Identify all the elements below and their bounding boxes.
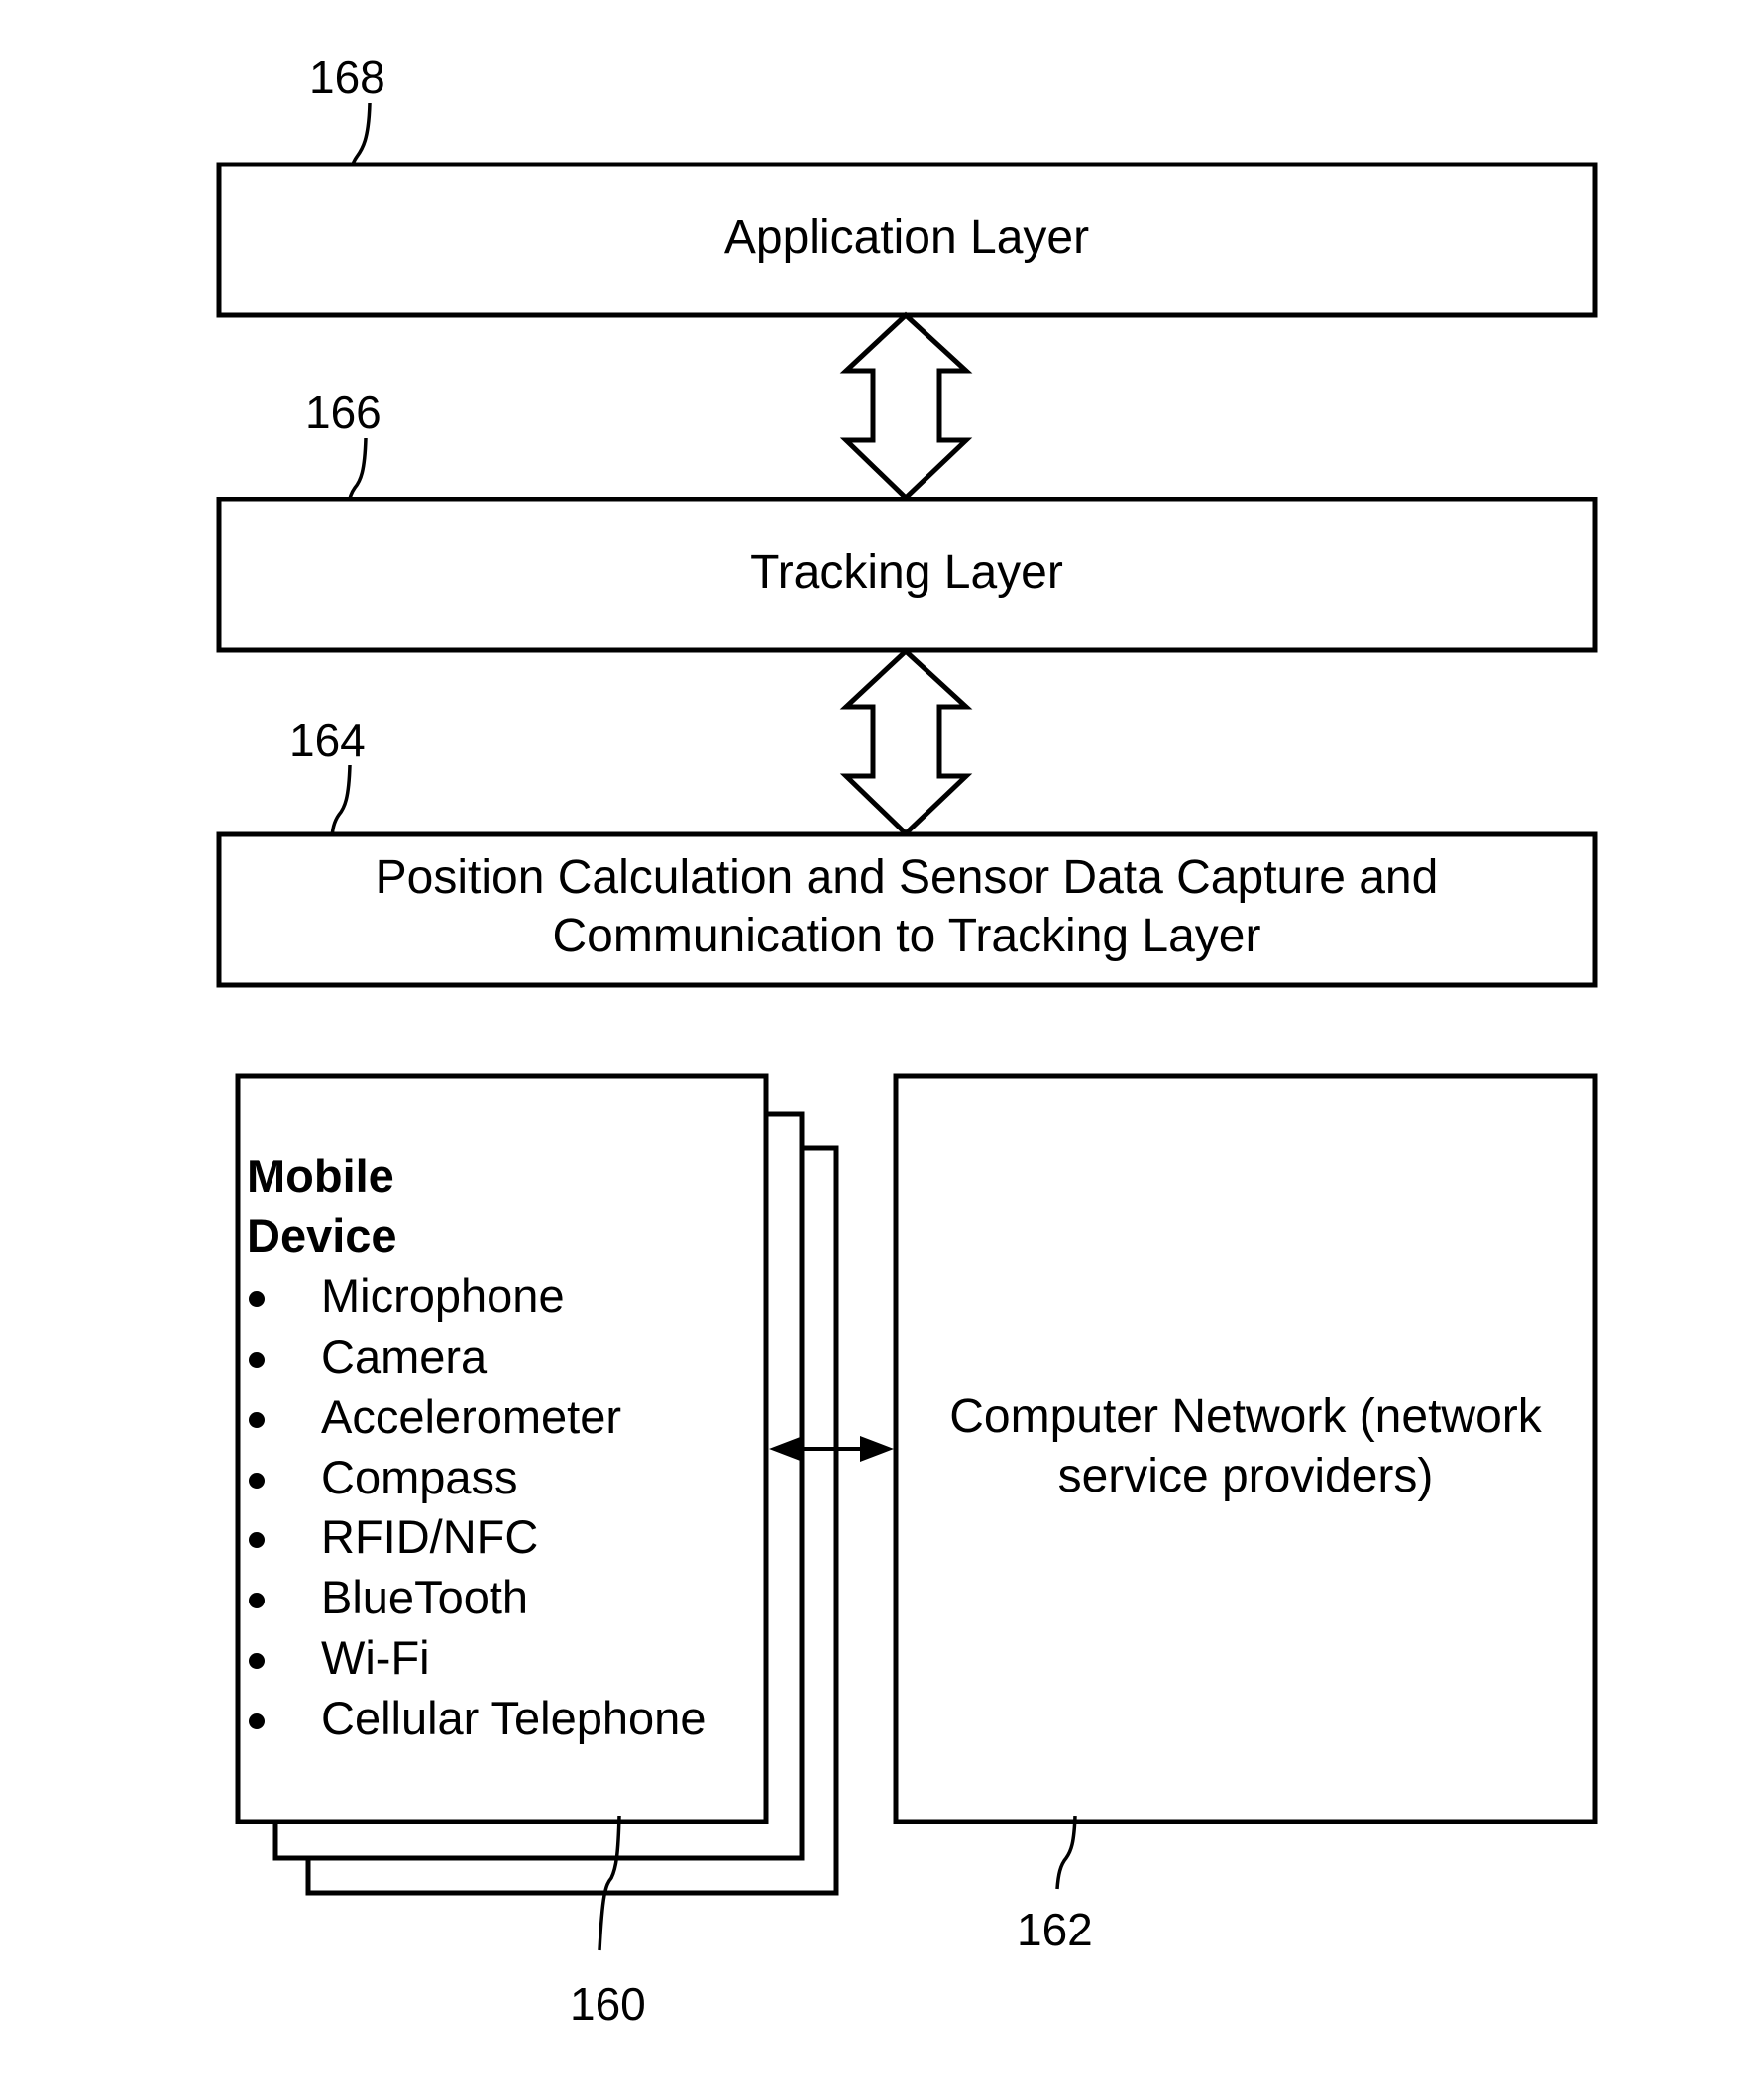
ref-label-168: 168 <box>309 52 385 103</box>
bullet-icon <box>249 1412 265 1428</box>
feature-item-accelerometer: Accelerometer <box>321 1390 621 1443</box>
feature-item-camera: Camera <box>321 1330 488 1382</box>
feature-item-wifi: Wi-Fi <box>321 1631 430 1684</box>
bullet-icon <box>249 1653 265 1669</box>
feature-item-bluetooth: BlueTooth <box>321 1571 528 1623</box>
double-arrow-tracking-position-icon <box>839 647 973 837</box>
leader-line-164 <box>330 764 352 841</box>
feature-item-microphone: Microphone <box>321 1270 565 1322</box>
ref-label-164: 164 <box>289 715 366 766</box>
feature-item-cellular-telephone: Cellular Telephone <box>321 1692 706 1744</box>
mobile-device-title-line1: Mobile <box>247 1150 394 1202</box>
computer-network-label-line1: Computer Network (network <box>949 1390 1543 1443</box>
ref-label-162: 162 <box>1017 1904 1093 1955</box>
bullet-icon <box>249 1473 265 1489</box>
feature-item-compass: Compass <box>321 1451 518 1503</box>
bullet-icon <box>249 1532 265 1548</box>
mobile-device-title-line2: Device <box>247 1209 397 1262</box>
double-arrow-app-tracking-icon <box>839 311 973 501</box>
bullet-icon <box>249 1713 265 1729</box>
application-layer-label: Application Layer <box>724 211 1089 264</box>
position-calculation-label-line2: Communication to Tracking Layer <box>553 910 1261 962</box>
leader-line-162 <box>1055 1815 1077 1890</box>
position-calculation-label-line1: Position Calculation and Sensor Data Cap… <box>376 851 1439 904</box>
computer-network-box <box>893 1073 1598 1824</box>
feature-item-rfid-nfc: RFID/NFC <box>321 1510 538 1563</box>
bullet-icon <box>249 1291 265 1307</box>
tracking-layer-label: Tracking Layer <box>750 546 1063 599</box>
ref-label-166: 166 <box>305 387 382 438</box>
bullet-icon <box>249 1352 265 1368</box>
computer-network-label-line2: service providers) <box>1058 1450 1434 1502</box>
layered-architecture-diagram: 168 Application Layer 166 Tracking Layer… <box>216 52 1598 2030</box>
ref-label-160: 160 <box>570 1978 646 2030</box>
bullet-icon <box>249 1593 265 1608</box>
